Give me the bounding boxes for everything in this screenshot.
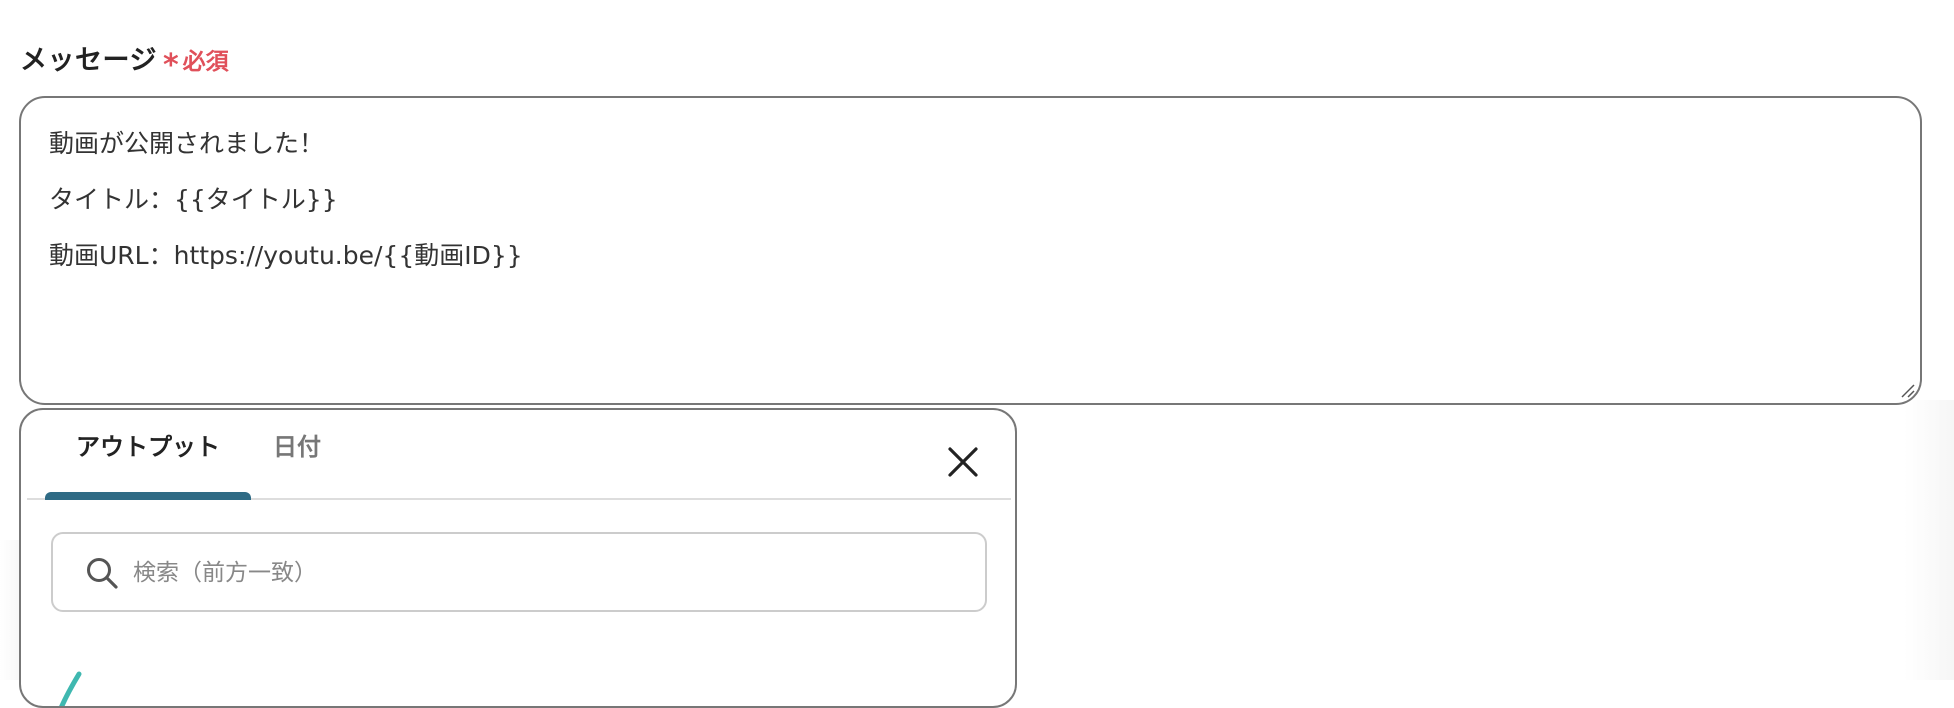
message-field-label-row: メッセージ * 必須: [20, 38, 229, 83]
tab-output[interactable]: アウトプット: [45, 410, 251, 498]
panel-shadow-left: [0, 540, 19, 680]
panel-shadow-right: [1904, 400, 1954, 680]
message-line: 動画URL：https://youtu.be/{{動画ID}}: [49, 241, 523, 270]
close-icon[interactable]: [945, 444, 981, 480]
search-field[interactable]: [51, 532, 987, 612]
output-picker-popup: アウトプット 日付: [19, 408, 1017, 708]
message-field-label: メッセージ: [20, 45, 157, 76]
message-textarea[interactable]: 動画が公開されました！ タイトル：{{タイトル}} 動画URL：https://…: [19, 96, 1922, 405]
output-item-icon: [59, 671, 82, 706]
message-line: タイトル：{{タイトル}}: [49, 185, 338, 214]
resize-handle-icon[interactable]: [1898, 381, 1916, 399]
message-content: 動画が公開されました！ タイトル：{{タイトル}} 動画URL：https://…: [49, 116, 1880, 284]
active-tab-indicator: [45, 492, 251, 500]
search-icon: [87, 558, 118, 589]
message-line: 動画が公開されました！: [49, 129, 325, 158]
popup-tabs: アウトプット 日付: [27, 410, 1011, 500]
search-input[interactable]: [131, 546, 955, 600]
required-badge: 必須: [182, 49, 229, 75]
required-asterisk: *: [162, 48, 179, 83]
tab-date[interactable]: 日付: [255, 410, 339, 498]
